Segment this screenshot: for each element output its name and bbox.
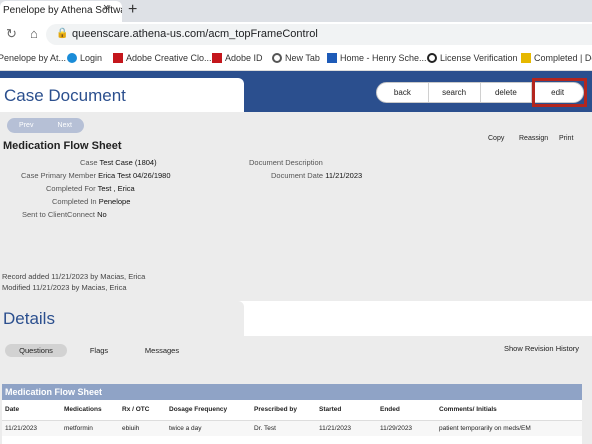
field-value: Penelope (98, 197, 131, 206)
tab-messages[interactable]: Messages (131, 344, 193, 357)
address-bar: ↻ ⌂ 🔒 queenscare.athena-us.com/acm_topFr… (0, 22, 592, 47)
bookmark-label: Home - Henry Sche... (340, 53, 427, 63)
field-primary-member: Case Primary Member Erica Test 04/26/198… (21, 171, 171, 180)
search-button[interactable]: search (429, 83, 481, 102)
download-icon (521, 53, 531, 63)
close-tab-icon[interactable]: × (103, 2, 109, 14)
bookmark-completed[interactable]: Completed | Doc (521, 53, 592, 63)
next-button[interactable]: Next (46, 118, 85, 133)
cell-started: 11/21/2023 (319, 425, 352, 432)
record-modified: Modified 11/21/2023 by Macias, Erica (2, 283, 127, 292)
henry-schein-icon (327, 53, 337, 63)
cell-medications: metformin (64, 425, 93, 432)
reload-icon[interactable]: ↻ (6, 26, 17, 42)
url-field[interactable]: 🔒 queenscare.athena-us.com/acm_topFrameC… (46, 24, 592, 45)
document-title: Medication Flow Sheet (3, 140, 122, 152)
back-button[interactable]: back (377, 83, 429, 102)
pager: Prev Next (7, 118, 84, 133)
field-value: Erica Test 04/26/1980 (98, 171, 171, 180)
page-title: Case Document (4, 86, 126, 105)
bookmark-label: License Verification (440, 53, 518, 63)
copy-link[interactable]: Copy (488, 135, 504, 142)
browser-tab[interactable]: Penelope by Athena Softwa × (0, 1, 122, 22)
bookmarks-bar: Penelope by At... Login Adobe Creative C… (0, 47, 592, 71)
case-document-tab: Case Document (0, 78, 244, 114)
bookmark-label: Penelope by At... (0, 53, 67, 63)
bookmark-label: Adobe Creative Clo... (126, 53, 212, 63)
prev-button[interactable]: Prev (7, 118, 46, 133)
print-link[interactable]: Print (559, 135, 573, 142)
bookmark-penelope[interactable]: Penelope by At... (0, 53, 66, 63)
field-label: Case (80, 158, 98, 167)
field-label: Case Primary Member (21, 171, 97, 180)
field-document-description: Document Description (249, 158, 323, 167)
bookmark-adobe-id[interactable]: Adobe ID (212, 53, 263, 63)
bookmark-label: Login (80, 53, 103, 63)
details-tab: Details (0, 301, 244, 339)
field-label: Document Description (249, 158, 323, 167)
globe-icon (272, 53, 282, 63)
record-added: Record added 11/21/2023 by Macias, Erica (2, 272, 146, 281)
home-icon[interactable]: ⌂ (30, 26, 38, 41)
medication-grid: Medication Flow Sheet Date Medications R… (2, 384, 582, 444)
bookmark-henry-schein[interactable]: Home - Henry Sche... (327, 53, 427, 63)
adobe-icon (113, 53, 123, 63)
bookmark-label: New Tab (285, 53, 320, 63)
url-text: queenscare.athena-us.com/acm_topFrameCon… (72, 28, 318, 40)
new-tab-button[interactable]: + (128, 1, 137, 19)
field-case: Case Test Case (1804) (80, 158, 157, 167)
col-started: Started (319, 406, 342, 413)
adobe-icon (212, 53, 222, 63)
field-sent-to-clientconnect: Sent to ClientConnect No (22, 210, 107, 219)
field-value: Test , Erica (97, 184, 135, 193)
details-body: Questions Flags Messages Show Revision H… (0, 336, 592, 444)
bookmark-label: Adobe ID (225, 53, 263, 63)
col-comments: Comments/ Initials (439, 406, 497, 413)
document-header: Prev Next Medication Flow Sheet Copy Rea… (0, 112, 592, 301)
col-prescribed-by: Prescribed by (254, 406, 297, 413)
bookmark-login[interactable]: Login (67, 53, 102, 63)
details-title: Details (3, 309, 55, 328)
field-completed-in: Completed In Penelope (52, 197, 130, 206)
browser-tab-bar: Penelope by Athena Softwa × + (0, 0, 592, 22)
cell-ended: 11/29/2023 (380, 425, 413, 432)
col-dosage-frequency: Dosage Frequency (169, 406, 228, 413)
col-date: Date (5, 406, 20, 413)
col-medications: Medications (64, 406, 102, 413)
bookmark-license-verification[interactable]: License Verification (427, 53, 518, 63)
edit-highlight-box (532, 78, 587, 107)
field-label: Document Date (271, 171, 324, 180)
bookmark-new-tab[interactable]: New Tab (272, 53, 320, 63)
col-ended: Ended (380, 406, 400, 413)
cell-rx-otc: ebiuih (122, 425, 140, 432)
reassign-link[interactable]: Reassign (519, 135, 548, 142)
cloud-icon (67, 53, 77, 63)
col-rx-otc: Rx / OTC (122, 406, 150, 413)
field-label: Completed In (52, 197, 97, 206)
field-label: Completed For (46, 184, 96, 193)
field-completed-for: Completed For Test , Erica (46, 184, 135, 193)
cell-comments: patient temporarily on meds/EM (439, 425, 531, 432)
license-icon (427, 53, 437, 63)
field-value: Test Case (1804) (99, 158, 157, 167)
cell-date: 11/21/2023 (5, 425, 38, 432)
cell-dosage-frequency: twice a day (169, 425, 202, 432)
field-label: Sent to ClientConnect (22, 210, 95, 219)
tab-questions[interactable]: Questions (5, 344, 67, 357)
document-panel: Prev Next Medication Flow Sheet Copy Rea… (0, 112, 592, 444)
tab-flags[interactable]: Flags (68, 344, 130, 357)
field-value: No (97, 210, 107, 219)
field-value: 11/21/2023 (325, 171, 363, 180)
cell-prescribed-by: Dr. Test (254, 425, 276, 432)
field-document-date: Document Date 11/21/2023 (271, 171, 362, 180)
grid-title: Medication Flow Sheet (2, 384, 582, 400)
bookmark-adobe-creative[interactable]: Adobe Creative Clo... (113, 53, 212, 63)
page: Case Document back search delete edit Pr… (0, 71, 592, 444)
show-revision-history-link[interactable]: Show Revision History (504, 344, 579, 353)
bookmark-label: Completed | Doc (534, 53, 592, 63)
delete-button[interactable]: delete (481, 83, 533, 102)
lock-icon: 🔒 (56, 28, 69, 39)
